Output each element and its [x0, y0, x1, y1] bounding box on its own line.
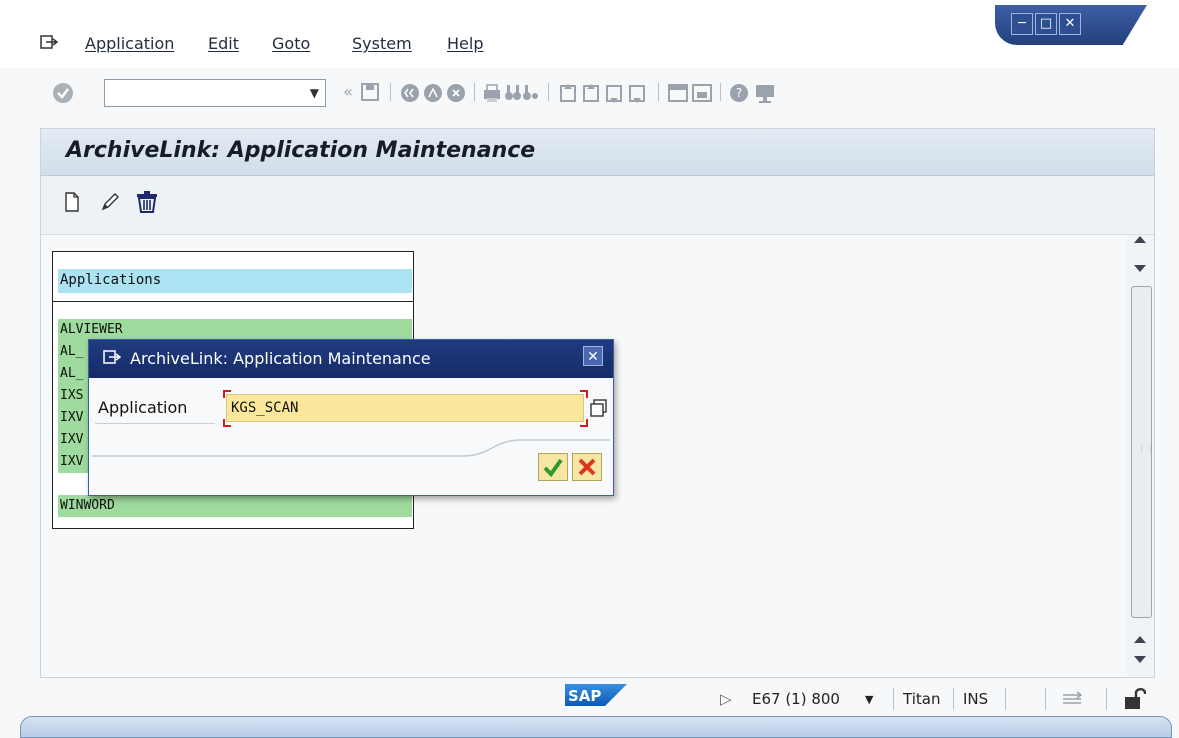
menu-help[interactable]: Help — [447, 34, 483, 53]
delete-icon[interactable] — [136, 190, 158, 214]
list-item[interactable]: WINWORD — [58, 495, 412, 517]
edit-icon[interactable] — [100, 192, 120, 212]
command-field[interactable]: ▼ — [104, 79, 326, 107]
grip-icon: ⋮⋮ — [1137, 445, 1155, 455]
menu-goto[interactable]: Goto — [272, 34, 310, 53]
list-header-label: Applications — [60, 272, 162, 288]
required-marker — [580, 390, 588, 398]
confirm-button[interactable] — [538, 453, 568, 481]
dialog-close-icon[interactable]: ✕ — [583, 346, 603, 366]
scroll-down-icon[interactable] — [1134, 265, 1146, 272]
check-icon[interactable] — [52, 82, 74, 104]
dialog-menu-icon[interactable] — [103, 349, 121, 365]
dialog-separator — [92, 439, 610, 457]
menu-edit[interactable]: Edit — [208, 34, 239, 53]
layout-icon[interactable] — [1061, 690, 1085, 708]
print-find-icons — [484, 84, 538, 102]
check-icon — [543, 458, 563, 478]
list-divider — [53, 301, 413, 302]
save-icon[interactable] — [360, 82, 380, 102]
input-mode[interactable]: INS — [963, 690, 988, 708]
menu-icon[interactable] — [40, 34, 58, 50]
application-input[interactable]: KGS_SCAN — [226, 394, 584, 422]
required-marker — [223, 419, 231, 427]
label-underline — [95, 423, 215, 424]
system-dropdown-icon[interactable]: ▼ — [865, 693, 873, 706]
application-field-label: Application — [98, 398, 188, 417]
dialog-title: ArchiveLink: Application Maintenance — [130, 349, 431, 368]
minimize-icon[interactable]: ─ — [1011, 13, 1033, 35]
close-icon — [578, 458, 596, 476]
value-help-icon[interactable] — [588, 397, 610, 419]
status-expand-icon[interactable]: ▷ — [720, 690, 732, 708]
close-window-icon[interactable]: ✕ — [1059, 13, 1081, 35]
maximize-icon[interactable]: □ — [1035, 13, 1057, 35]
menu-system[interactable]: System — [352, 34, 412, 53]
back-icon[interactable]: « — [340, 82, 356, 102]
bottom-frame — [20, 716, 1172, 738]
page-navigation-icons — [560, 84, 645, 103]
window-controls: ─ □ ✕ — [995, 5, 1147, 45]
create-icon[interactable] — [64, 192, 80, 212]
svg-text:SAP: SAP — [568, 687, 601, 705]
application-toolbar — [41, 176, 1154, 235]
list-item[interactable]: ALVIEWER — [58, 319, 412, 341]
required-marker — [580, 419, 588, 427]
cancel-button[interactable] — [572, 453, 602, 481]
menu-application[interactable]: Application — [85, 34, 174, 53]
system-info: E67 (1) 800 — [752, 690, 840, 708]
sap-logo-icon: SAP — [565, 684, 627, 706]
scroll-up-icon[interactable] — [1134, 636, 1146, 643]
help-customize-icons: ? — [730, 84, 774, 103]
scroll-up-icon[interactable] — [1134, 236, 1146, 243]
page-title: ArchiveLink: Application Maintenance — [66, 138, 536, 163]
scroll-thumb[interactable]: ⋮⋮ — [1131, 286, 1155, 618]
scroll-down-icon[interactable] — [1134, 656, 1146, 663]
lock-open-icon[interactable] — [1124, 685, 1146, 711]
server-name: Titan — [903, 690, 941, 708]
session-icons — [668, 84, 712, 102]
navigation-icons — [401, 84, 465, 102]
svg-text:?: ? — [736, 86, 742, 100]
chevron-down-icon[interactable]: ▼ — [310, 86, 319, 100]
required-marker — [223, 390, 231, 398]
